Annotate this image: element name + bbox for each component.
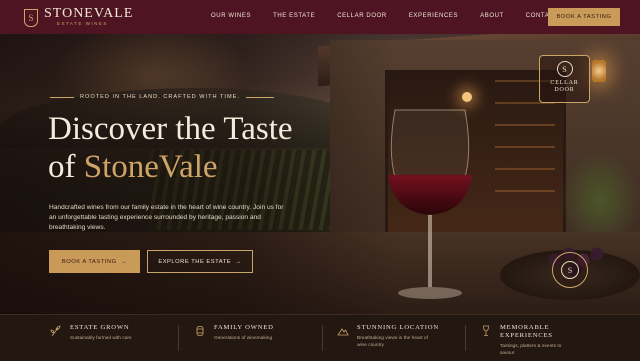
cellar-sign-text: CELLAR DOOR	[550, 80, 579, 93]
feature-subtitle: Breathtaking views in the heart of wine …	[357, 336, 428, 348]
feature-estate-grown: ESTATE GROWN Sustainably farmed with car…	[50, 324, 142, 342]
hero-title-line2: of StoneVale	[48, 148, 293, 186]
cellar-sign-letter: S	[556, 61, 573, 77]
book-tasting-label: BOOK A TASTING	[61, 258, 117, 265]
estate-seal: S	[552, 252, 588, 288]
feature-title: STUNNING LOCATION	[357, 324, 439, 331]
feature-family-owned: FAMILY OWNED Generations of winemaking	[194, 324, 286, 342]
feature-title: MEMORABLE EXPERIENCES	[500, 324, 553, 339]
divider	[322, 325, 323, 351]
kicker-line-left	[50, 96, 74, 98]
explore-estate-label: EXPLORE THE ESTATE	[158, 258, 232, 265]
kicker-line-right	[245, 96, 274, 98]
brand-name[interactable]: STONEVALE	[44, 7, 133, 21]
nav-our-wines[interactable]: OUR WINES	[211, 13, 251, 19]
feature-stunning-location: STUNNING LOCATION Breathtaking views in …	[337, 324, 439, 349]
cellar-door-sign: S CELLAR DOOR	[539, 55, 590, 103]
wine-glass-icon	[483, 325, 489, 336]
hero-description: Handcrafted wines from our family estate…	[49, 204, 284, 231]
explore-estate-button[interactable]: EXPLORE THE ESTATE →	[147, 250, 253, 273]
hero-title: Discover the Taste of StoneVale	[48, 110, 293, 186]
site-header: S STONEVALE ESTATE WINES OUR WINES THE E…	[0, 0, 640, 34]
arrow-right-icon: →	[120, 258, 128, 265]
feature-subtitle: Generations of winemaking	[214, 336, 273, 341]
nav-about[interactable]: ABOUT	[480, 13, 504, 19]
nav-the-estate[interactable]: THE ESTATE	[273, 13, 315, 19]
hero-title-line1: Discover the Taste	[48, 111, 293, 147]
feature-subtitle: Tastings, platters & events to savour	[500, 344, 562, 356]
barrel-icon	[196, 326, 204, 336]
feature-memorable-experiences: MEMORABLE EXPERIENCES Tastings, platters…	[480, 324, 580, 357]
nav-cellar-door[interactable]: CELLAR DOOR	[337, 13, 387, 19]
logo-letter: S	[28, 13, 34, 23]
arrow-right-icon: →	[235, 258, 242, 265]
vine-icon	[50, 325, 61, 337]
nav-experiences[interactable]: EXPERIENCES	[409, 13, 458, 19]
mountain-icon	[337, 328, 349, 336]
kicker-text: ROOTED IN THE LAND. CRAFTED WITH TIME.	[80, 94, 240, 100]
brand-subtitle: ESTATE WINES	[57, 21, 108, 26]
divider	[465, 325, 466, 351]
divider	[178, 325, 179, 351]
main-nav: OUR WINES THE ESTATE CELLAR DOOR EXPERIE…	[211, 13, 581, 19]
logo-crest-icon[interactable]: S	[24, 9, 38, 27]
header-book-tasting-button[interactable]: BOOK A TASTING	[548, 8, 620, 26]
feature-subtitle: Sustainably farmed with care	[70, 336, 132, 341]
feature-title: FAMILY OWNED	[214, 324, 274, 331]
hero-title-accent: StoneVale	[83, 149, 218, 185]
feature-title: ESTATE GROWN	[70, 324, 130, 331]
hero-kicker: ROOTED IN THE LAND. CRAFTED WITH TIME.	[50, 94, 274, 100]
book-tasting-button[interactable]: BOOK A TASTING →	[49, 250, 140, 273]
hero-title-of: of	[48, 149, 76, 185]
seal-letter: S	[561, 261, 579, 279]
features-bar: ESTATE GROWN Sustainably farmed with car…	[0, 314, 640, 361]
